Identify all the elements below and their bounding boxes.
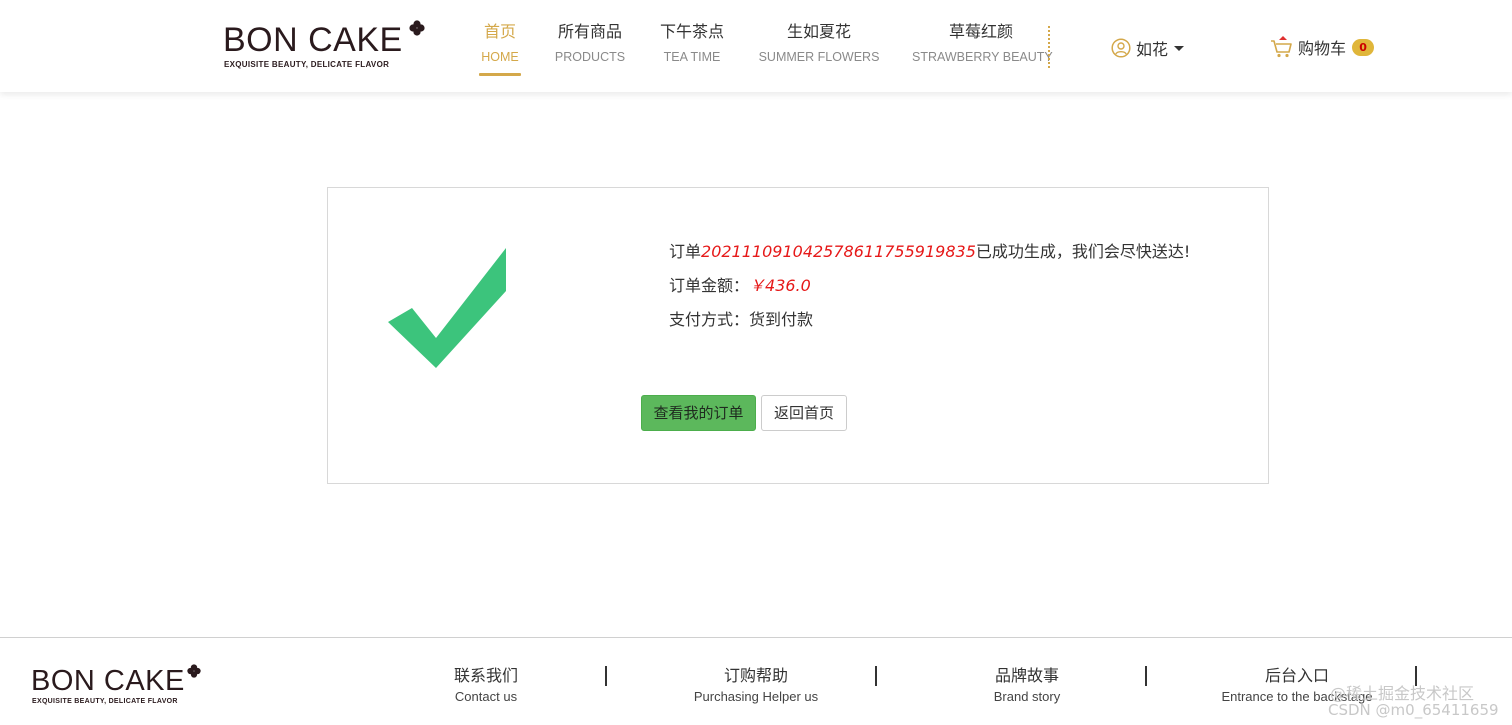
view-my-orders-button[interactable]: 查看我的订单 xyxy=(641,395,756,431)
order-suffix: 已成功生成，我们会尽快送达! xyxy=(975,242,1191,261)
site-header: BON CAKE EXQUISITE BEAUTY, DELICATE FLAV… xyxy=(0,0,1512,92)
nav-active-underline xyxy=(479,73,521,76)
footer-brand-story[interactable]: 品牌故事 Brand story xyxy=(947,666,1107,706)
nav-summer-flowers-en: SUMMER FLOWERS xyxy=(758,50,880,64)
nav-tea-time-cn: 下午茶点 xyxy=(659,22,724,41)
order-success-panel: 订单202111091042578611755919835已成功生成，我们会尽快… xyxy=(327,187,1269,484)
footer-purchasing-help[interactable]: 订购帮助 Purchasing Helper us xyxy=(676,666,836,706)
nav-strawberry-beauty-en: STRAWBERRY BEAUTY xyxy=(912,50,1053,64)
order-info: 订单202111091042578611755919835已成功生成，我们会尽快… xyxy=(669,240,1190,342)
nav-tea-time-en: TEA TIME xyxy=(663,50,721,64)
footer-separator xyxy=(605,666,607,686)
order-message: 订单202111091042578611755919835已成功生成，我们会尽快… xyxy=(669,240,1190,264)
footer-separator xyxy=(1145,666,1147,686)
nav-home-en: HOME xyxy=(481,50,519,64)
payment-method-value: 货到付款 xyxy=(749,310,814,329)
brand-logo[interactable]: BON CAKE EXQUISITE BEAUTY, DELICATE FLAV… xyxy=(223,20,428,72)
site-footer: BON CAKE EXQUISITE BEAUTY, DELICATE FLAV… xyxy=(0,637,1512,725)
clover-icon xyxy=(187,664,201,678)
nav-divider xyxy=(1048,26,1050,68)
footer-backstage-entrance-cn: 后台入口 xyxy=(1264,666,1329,685)
footer-contact-us-en: Contact us xyxy=(454,689,518,704)
logo-wordmark: BON CAKE xyxy=(223,21,403,59)
order-prefix: 订单 xyxy=(669,242,702,261)
footer-logo-wordmark: BON CAKE xyxy=(31,665,185,697)
order-amount-row: 订单金额：￥436.0 xyxy=(669,274,1190,298)
checkmark-icon xyxy=(388,248,506,368)
footer-separator xyxy=(875,666,877,686)
footer-contact-us-cn: 联系我们 xyxy=(453,666,518,685)
footer-purchasing-help-en: Purchasing Helper us xyxy=(693,689,819,704)
clover-icon xyxy=(409,20,425,36)
payment-method-label: 支付方式： xyxy=(669,310,750,329)
back-home-button[interactable]: 返回首页 xyxy=(761,395,847,431)
footer-brand-story-en: Brand story xyxy=(993,689,1061,704)
nav-home-cn: 首页 xyxy=(483,22,516,41)
chevron-down-icon xyxy=(1174,45,1185,51)
order-amount-value: ￥436.0 xyxy=(749,276,811,295)
footer-contact-us[interactable]: 联系我们 Contact us xyxy=(406,666,566,706)
footer-purchasing-help-cn: 订购帮助 xyxy=(723,666,788,685)
footer-brand-story-cn: 品牌故事 xyxy=(994,666,1059,685)
nav-strawberry-beauty[interactable]: 草莓红颜 STRAWBERRY BEAUTY xyxy=(912,21,1053,67)
logo-tagline: EXQUISITE BEAUTY, DELICATE FLAVOR xyxy=(224,60,390,69)
cart-icon xyxy=(1271,36,1292,58)
cart-label: 购物车 xyxy=(1298,39,1347,58)
footer-logo-tagline: EXQUISITE BEAUTY, DELICATE FLAVOR xyxy=(32,698,178,705)
user-menu[interactable]: 如花 xyxy=(1111,36,1185,60)
cart-count-badge: 0 xyxy=(1352,38,1375,56)
watermark-csdn: CSDN @m0_65411659 xyxy=(1328,701,1499,719)
order-amount-label: 订单金额： xyxy=(669,276,750,295)
nav-summer-flowers-cn: 生如夏花 xyxy=(786,22,851,41)
user-icon xyxy=(1111,38,1131,58)
nav-products[interactable]: 所有商品 PRODUCTS xyxy=(553,21,627,67)
nav-products-cn: 所有商品 xyxy=(557,22,622,41)
order-number-last: 5 xyxy=(965,242,976,261)
footer-separator xyxy=(1415,666,1417,686)
nav-tea-time[interactable]: 下午茶点 TEA TIME xyxy=(656,21,728,67)
footer-logo[interactable]: BON CAKE EXQUISITE BEAUTY, DELICATE FLAV… xyxy=(31,664,206,709)
nav-products-en: PRODUCTS xyxy=(554,50,626,64)
order-number: 20211109104257861175591983 xyxy=(701,242,966,261)
nav-summer-flowers[interactable]: 生如夏花 SUMMER FLOWERS xyxy=(757,21,881,67)
nav-home[interactable]: 首页 HOME xyxy=(479,21,521,76)
user-name: 如花 xyxy=(1136,40,1169,59)
cart-link[interactable]: 购物车 0 xyxy=(1270,35,1375,59)
payment-method-row: 支付方式：货到付款 xyxy=(669,308,1190,332)
nav-strawberry-beauty-cn: 草莓红颜 xyxy=(948,22,1013,41)
